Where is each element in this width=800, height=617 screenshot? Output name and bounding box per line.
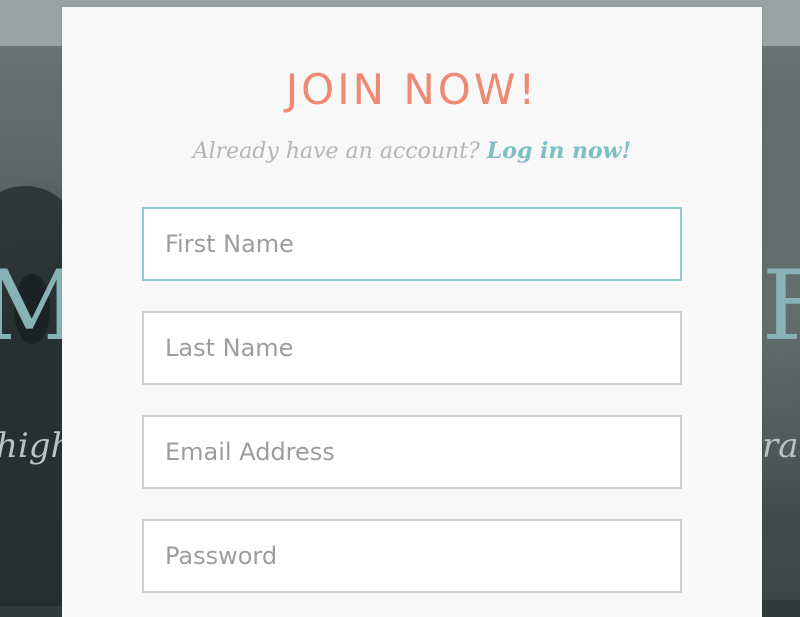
email-input[interactable] <box>144 417 680 487</box>
first-name-field[interactable] <box>142 207 682 281</box>
modal-subtitle: Already have an account? Log in now! <box>62 138 762 165</box>
signup-modal: JOIN NOW! Already have an account? Log i… <box>62 7 762 617</box>
modal-title: JOIN NOW! <box>285 65 539 114</box>
login-link[interactable]: Log in now! <box>487 138 631 164</box>
last-name-field[interactable] <box>142 311 682 385</box>
background-tagline-right: ra <box>762 426 799 466</box>
already-have-account-text: Already have an account? <box>192 139 487 164</box>
email-field[interactable] <box>142 415 682 489</box>
password-input[interactable] <box>144 521 680 591</box>
last-name-input[interactable] <box>144 313 680 383</box>
first-name-input[interactable] <box>144 209 680 279</box>
password-field[interactable] <box>142 519 682 593</box>
background-heading-right: F <box>762 250 800 362</box>
